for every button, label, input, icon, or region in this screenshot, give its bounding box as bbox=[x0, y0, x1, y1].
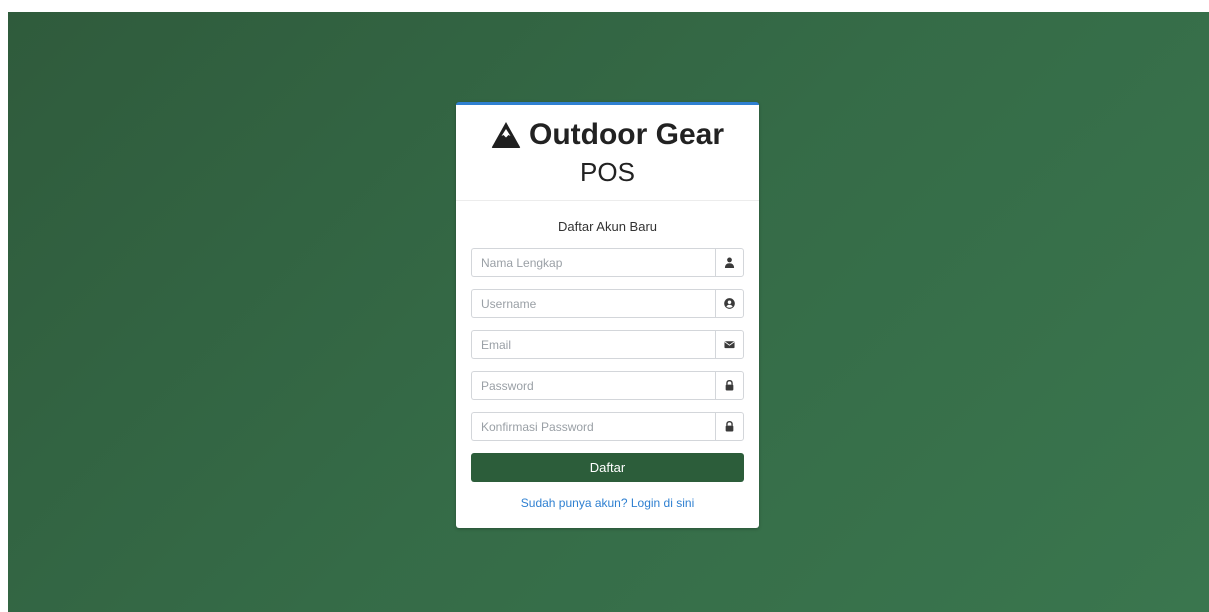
card-header: Outdoor Gear POS bbox=[456, 105, 759, 201]
form-subtitle: Daftar Akun Baru bbox=[558, 219, 657, 234]
username-input[interactable] bbox=[471, 289, 715, 318]
email-input[interactable] bbox=[471, 330, 715, 359]
full-name-input[interactable] bbox=[471, 248, 715, 277]
username-field-group bbox=[471, 289, 744, 318]
password-field-group bbox=[471, 371, 744, 400]
user-circle-icon bbox=[715, 289, 744, 318]
password-input[interactable] bbox=[471, 371, 715, 400]
brand-title: Outdoor Gear bbox=[456, 117, 759, 153]
confirm-password-field-group bbox=[471, 412, 744, 441]
register-card: Outdoor Gear POS Daftar Akun Baru Nama L… bbox=[456, 102, 759, 528]
full-name-field-group bbox=[471, 248, 744, 277]
login-link[interactable]: Sudah punya akun? Login di sini bbox=[471, 496, 744, 510]
email-field-group bbox=[471, 330, 744, 359]
register-button[interactable]: Daftar bbox=[471, 453, 744, 482]
user-icon bbox=[715, 248, 744, 277]
lock-icon bbox=[715, 412, 744, 441]
brand-title-line2: POS bbox=[580, 157, 635, 187]
register-form: Daftar Akun Baru Nama Lengkap Username E… bbox=[456, 201, 759, 510]
confirm-password-input[interactable] bbox=[471, 412, 715, 441]
mountain-icon bbox=[491, 122, 521, 148]
lock-icon bbox=[715, 371, 744, 400]
envelope-icon bbox=[715, 330, 744, 359]
brand-title-line1: Outdoor Gear bbox=[528, 118, 724, 151]
